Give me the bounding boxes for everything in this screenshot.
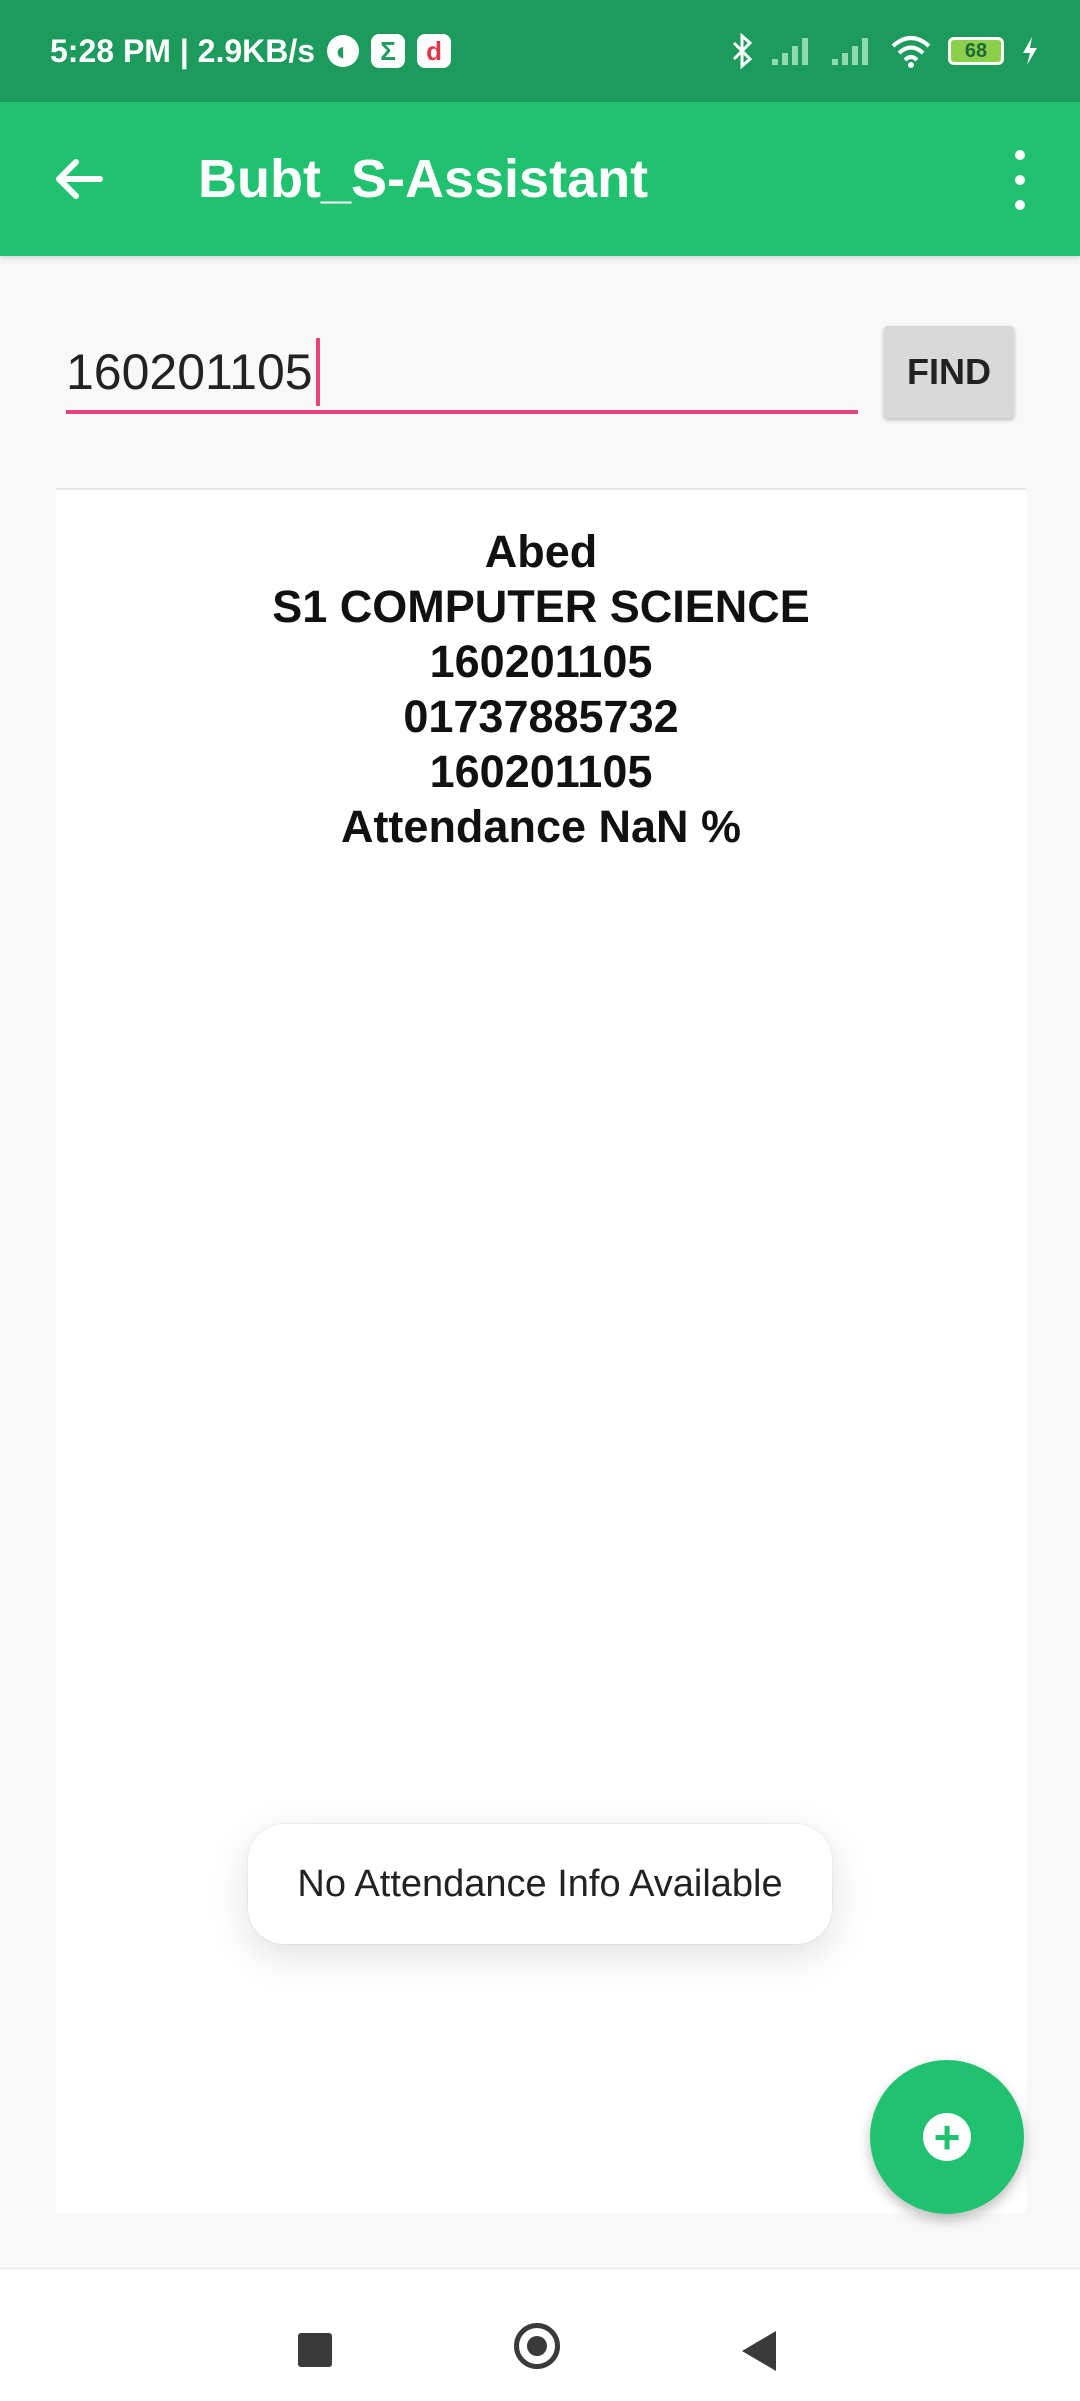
app-bar: Bubt_S-Assistant xyxy=(0,102,1080,256)
d-app-icon: d xyxy=(417,34,452,68)
add-fab-button[interactable]: + xyxy=(870,2060,1024,2214)
battery-level: 68 xyxy=(964,39,988,62)
student-id-secondary: 160201105 xyxy=(429,746,653,797)
wifi-icon xyxy=(891,36,931,68)
signal-icon xyxy=(832,38,868,65)
status-left: 5:28 PM | 2.9KB/s ◐ Σ d xyxy=(50,32,452,70)
status-right: 68 xyxy=(730,33,1040,69)
status-time-speed: 5:28 PM | 2.9KB/s xyxy=(50,32,316,69)
find-button[interactable]: FIND xyxy=(884,326,1014,418)
add-icon: + xyxy=(923,2113,971,2161)
data-saver-icon: ◐ xyxy=(327,35,360,67)
back-arrow-icon[interactable] xyxy=(52,152,106,206)
system-nav-bar xyxy=(0,2268,1080,2401)
battery-icon: 68 xyxy=(948,37,1004,65)
more-options-icon[interactable] xyxy=(1000,150,1040,210)
result-card: Abed S1 COMPUTER SCIENCE 160201105 01737… xyxy=(56,488,1026,2214)
student-id-input[interactable] xyxy=(66,334,858,414)
student-info: Abed S1 COMPUTER SCIENCE 160201105 01737… xyxy=(56,524,1026,854)
status-bar: 5:28 PM | 2.9KB/s ◐ Σ d 68 xyxy=(0,0,1080,102)
home-icon[interactable] xyxy=(514,2323,560,2369)
attendance-text: Attendance NaN % xyxy=(340,801,742,852)
bluetooth-icon xyxy=(732,33,753,69)
toast-message: No Attendance Info Available xyxy=(248,1824,832,1944)
charging-icon xyxy=(1023,37,1037,65)
text-caret xyxy=(316,338,320,406)
signal-icon xyxy=(772,38,808,65)
student-phone: 01737885732 xyxy=(403,691,679,742)
student-name: Abed xyxy=(484,526,598,577)
student-id: 160201105 xyxy=(429,636,653,687)
app-title: Bubt_S-Assistant xyxy=(198,149,649,209)
sigma-app-icon: Σ xyxy=(371,34,406,68)
recents-icon[interactable] xyxy=(298,2333,332,2367)
student-program: S1 COMPUTER SCIENCE xyxy=(272,581,810,632)
nav-back-icon[interactable] xyxy=(742,2331,776,2371)
